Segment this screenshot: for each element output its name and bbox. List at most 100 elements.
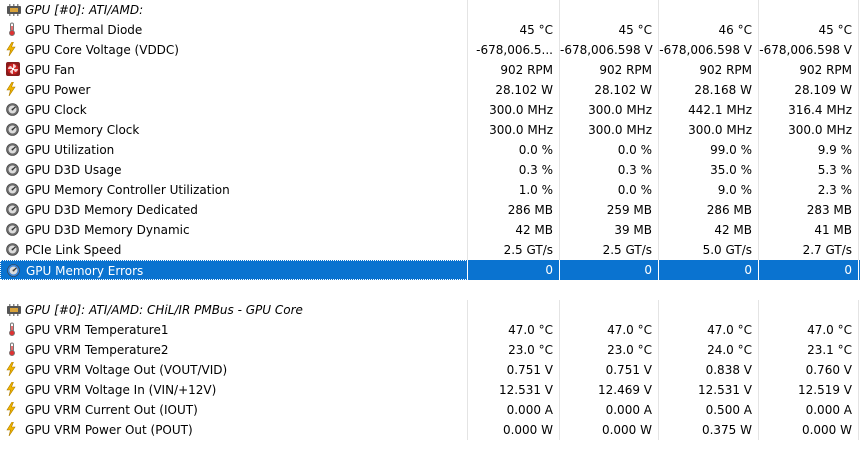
sensor-label: GPU VRM Voltage In (VIN/+12V) [0, 380, 468, 400]
sensor-row[interactable]: GPU VRM Voltage Out (VOUT/VID) 0.751 V 0.7… [0, 360, 860, 380]
maximum-value: 0 [659, 260, 759, 280]
lightning-icon [6, 41, 20, 57]
minimum-value: 902 RPM [560, 60, 659, 80]
sensor-row[interactable]: GPU D3D Memory Dynamic 42 MB 39 MB 42 MB 41 … [0, 220, 860, 240]
sensor-label: GPU D3D Memory Dedicated [0, 200, 468, 220]
current-value: 300.0 MHz [468, 100, 560, 120]
gauge-icon [6, 222, 20, 236]
thermometer-icon [6, 322, 20, 336]
minimum-value: 0.000 W [560, 420, 659, 440]
average-value: 0 [759, 260, 859, 280]
sensor-row[interactable]: GPU Power 28.102 W 28.102 W 28.168 W 28.109 … [0, 80, 860, 100]
gauge-icon [6, 242, 20, 256]
sensor-row[interactable]: PCIe Link Speed 2.5 GT/s 2.5 GT/s 5.0 GT/s 2… [0, 240, 860, 260]
maximum-value: 300.0 MHz [659, 120, 759, 140]
current-value: 45 °C [468, 20, 560, 40]
current-value: 1.0 % [468, 180, 560, 200]
sensor-row[interactable]: GPU Thermal Diode 45 °C 45 °C 46 °C 45 °C [0, 20, 860, 40]
current-value: 286 MB [468, 200, 560, 220]
average-value: 902 RPM [759, 60, 859, 80]
maximum-value: 28.168 W [659, 80, 759, 100]
maximum-value: 42 MB [659, 220, 759, 240]
sensor-row[interactable]: GPU D3D Memory Dedicated 286 MB 259 MB 286 … [0, 200, 860, 220]
minimum-value: 300.0 MHz [560, 120, 659, 140]
maximum-value: 902 RPM [659, 60, 759, 80]
gauge-icon [6, 182, 20, 196]
sensor-row[interactable]: GPU Memory Controller Utilization 1.0 % 0.… [0, 180, 860, 200]
minimum-value: 12.469 V [560, 380, 659, 400]
thermometer-icon [6, 22, 20, 36]
average-value: 47.0 °C [759, 320, 859, 340]
average-value: 0.760 V [759, 360, 859, 380]
empty-cell [560, 0, 659, 20]
sensor-row[interactable]: GPU Memory Clock 300.0 MHz 300.0 MHz 300.0 … [0, 120, 860, 140]
maximum-value: -678,006.598 V [659, 40, 759, 60]
lightning-icon [6, 361, 20, 377]
sensor-row[interactable]: GPU Memory Errors 0 0 0 0 [0, 260, 860, 280]
empty-cell [468, 0, 560, 20]
sensor-label: GPU Fan [0, 60, 468, 80]
empty-cell [468, 300, 560, 320]
current-value: 300.0 MHz [468, 120, 560, 140]
current-value: 28.102 W [468, 80, 560, 100]
minimum-value: 47.0 °C [560, 320, 659, 340]
current-value: 12.531 V [468, 380, 560, 400]
sensor-row[interactable]: GPU VRM Temperature1 47.0 °C 47.0 °C 47.0 °… [0, 320, 860, 340]
sensor-label: GPU VRM Power Out (POUT) [0, 420, 468, 440]
maximum-value: 47.0 °C [659, 320, 759, 340]
fan-icon [6, 62, 20, 76]
sensor-row[interactable]: GPU VRM Temperature2 23.0 °C 23.0 °C 24.0 °… [0, 340, 860, 360]
minimum-value: 0.751 V [560, 360, 659, 380]
average-value: 283 MB [759, 200, 859, 220]
sensor-row[interactable]: GPU VRM Power Out (POUT) 0.000 W 0.000 W 0.… [0, 420, 860, 440]
gauge-icon [6, 142, 20, 156]
minimum-value: 45 °C [560, 20, 659, 40]
chip-icon [6, 2, 21, 16]
minimum-value: 259 MB [560, 200, 659, 220]
section-header-label: GPU [#0]: ATI/AMD: CHiL/IR PMBus - GPU C… [0, 300, 468, 320]
sensor-row[interactable]: GPU D3D Usage 0.3 % 0.3 % 35.0 % 5.3 % [0, 160, 860, 180]
sensor-row[interactable]: GPU Core Voltage (VDDC) -678,006.5... -678… [0, 40, 860, 60]
maximum-value: 99.0 % [659, 140, 759, 160]
current-value: -678,006.5... [468, 40, 560, 60]
minimum-value: 0.0 % [560, 180, 659, 200]
empty-cell [759, 300, 859, 320]
section-header[interactable]: GPU [#0]: ATI/AMD: CHiL/IR PMBus - GPU C… [0, 300, 860, 320]
minimum-value: 0.0 % [560, 140, 659, 160]
maximum-value: 0.838 V [659, 360, 759, 380]
average-value: 0.000 W [759, 420, 859, 440]
average-value: -678,006.598 V [759, 40, 859, 60]
maximum-value: 9.0 % [659, 180, 759, 200]
sensor-label: GPU VRM Temperature1 [0, 320, 468, 340]
maximum-value: 286 MB [659, 200, 759, 220]
current-value: 0 [468, 260, 560, 280]
thermometer-icon [6, 342, 20, 356]
empty-cell [659, 300, 759, 320]
sensor-row[interactable]: GPU Clock 300.0 MHz 300.0 MHz 442.1 MHz 316.… [0, 100, 860, 120]
sensor-label: PCIe Link Speed [0, 240, 468, 260]
sensor-label: GPU VRM Temperature2 [0, 340, 468, 360]
sensor-row[interactable]: GPU Fan 902 RPM 902 RPM 902 RPM 902 RPM [0, 60, 860, 80]
empty-cell [560, 300, 659, 320]
sensor-row[interactable]: GPU VRM Current Out (IOUT) 0.000 A 0.000 A… [0, 400, 860, 420]
average-value: 9.9 % [759, 140, 859, 160]
minimum-value: 23.0 °C [560, 340, 659, 360]
maximum-value: 35.0 % [659, 160, 759, 180]
average-value: 5.3 % [759, 160, 859, 180]
lightning-icon [6, 401, 20, 417]
gauge-icon [6, 202, 20, 216]
gauge-icon [6, 162, 20, 176]
average-value: 41 MB [759, 220, 859, 240]
section-header[interactable]: GPU [#0]: ATI/AMD: [0, 0, 860, 20]
sensor-row[interactable]: GPU Utilization 0.0 % 0.0 % 99.0 % 9.9 % [0, 140, 860, 160]
sensor-label: GPU Core Voltage (VDDC) [0, 40, 468, 60]
minimum-value: 0.000 A [560, 400, 659, 420]
current-value: 0.751 V [468, 360, 560, 380]
sensor-label: GPU Power [0, 80, 468, 100]
sensor-row[interactable]: GPU VRM Voltage In (VIN/+12V) 12.531 V 12.… [0, 380, 860, 400]
average-value: 23.1 °C [759, 340, 859, 360]
maximum-value: 5.0 GT/s [659, 240, 759, 260]
maximum-value: 0.375 W [659, 420, 759, 440]
empty-cell [759, 0, 859, 20]
